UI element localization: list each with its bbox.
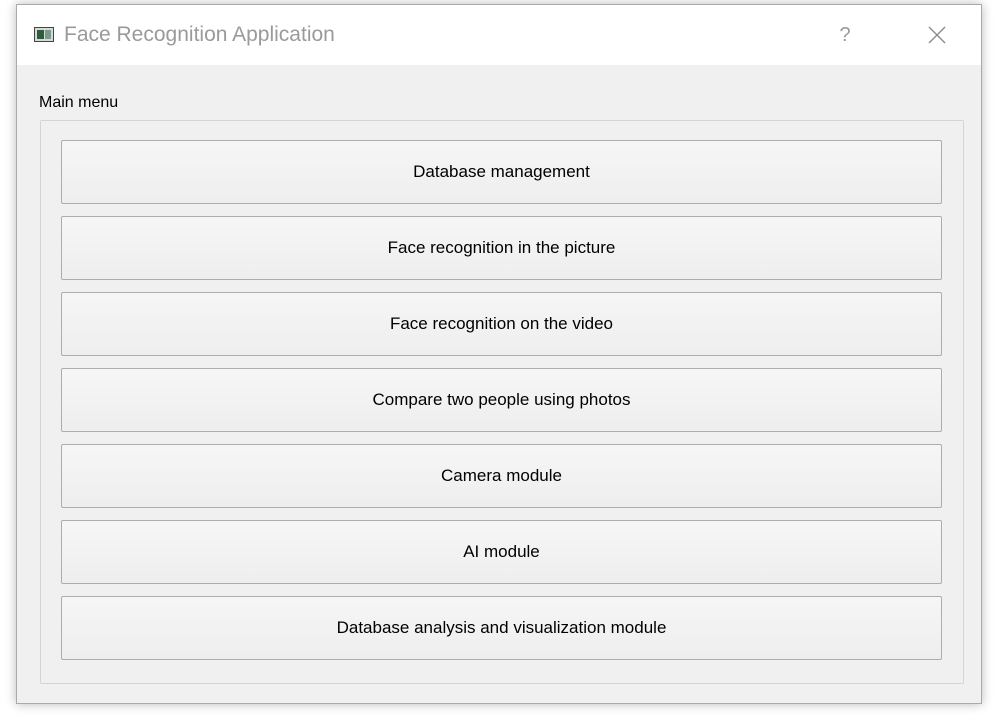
- dialog-window: Face Recognition Application ? Main menu…: [16, 4, 982, 704]
- title-bar[interactable]: Face Recognition Application ?: [17, 5, 981, 65]
- window-title: Face Recognition Application: [64, 23, 335, 46]
- camera-module-button[interactable]: Camera module: [61, 444, 942, 508]
- application-window-icon: [34, 27, 54, 42]
- face-recognition-picture-button[interactable]: Face recognition in the picture: [61, 216, 942, 280]
- app-icon-pane-right: [45, 30, 51, 39]
- compare-people-button[interactable]: Compare two people using photos: [61, 368, 942, 432]
- database-analysis-button[interactable]: Database analysis and visualization modu…: [61, 596, 942, 660]
- face-recognition-video-button[interactable]: Face recognition on the video: [61, 292, 942, 356]
- help-button[interactable]: ?: [827, 19, 863, 51]
- close-button[interactable]: [919, 17, 955, 53]
- app-icon-pane-left: [37, 30, 44, 39]
- database-management-button[interactable]: Database management: [61, 140, 942, 204]
- close-icon: [928, 26, 946, 44]
- ai-module-button[interactable]: AI module: [61, 520, 942, 584]
- main-menu-label: Main menu: [39, 94, 119, 111]
